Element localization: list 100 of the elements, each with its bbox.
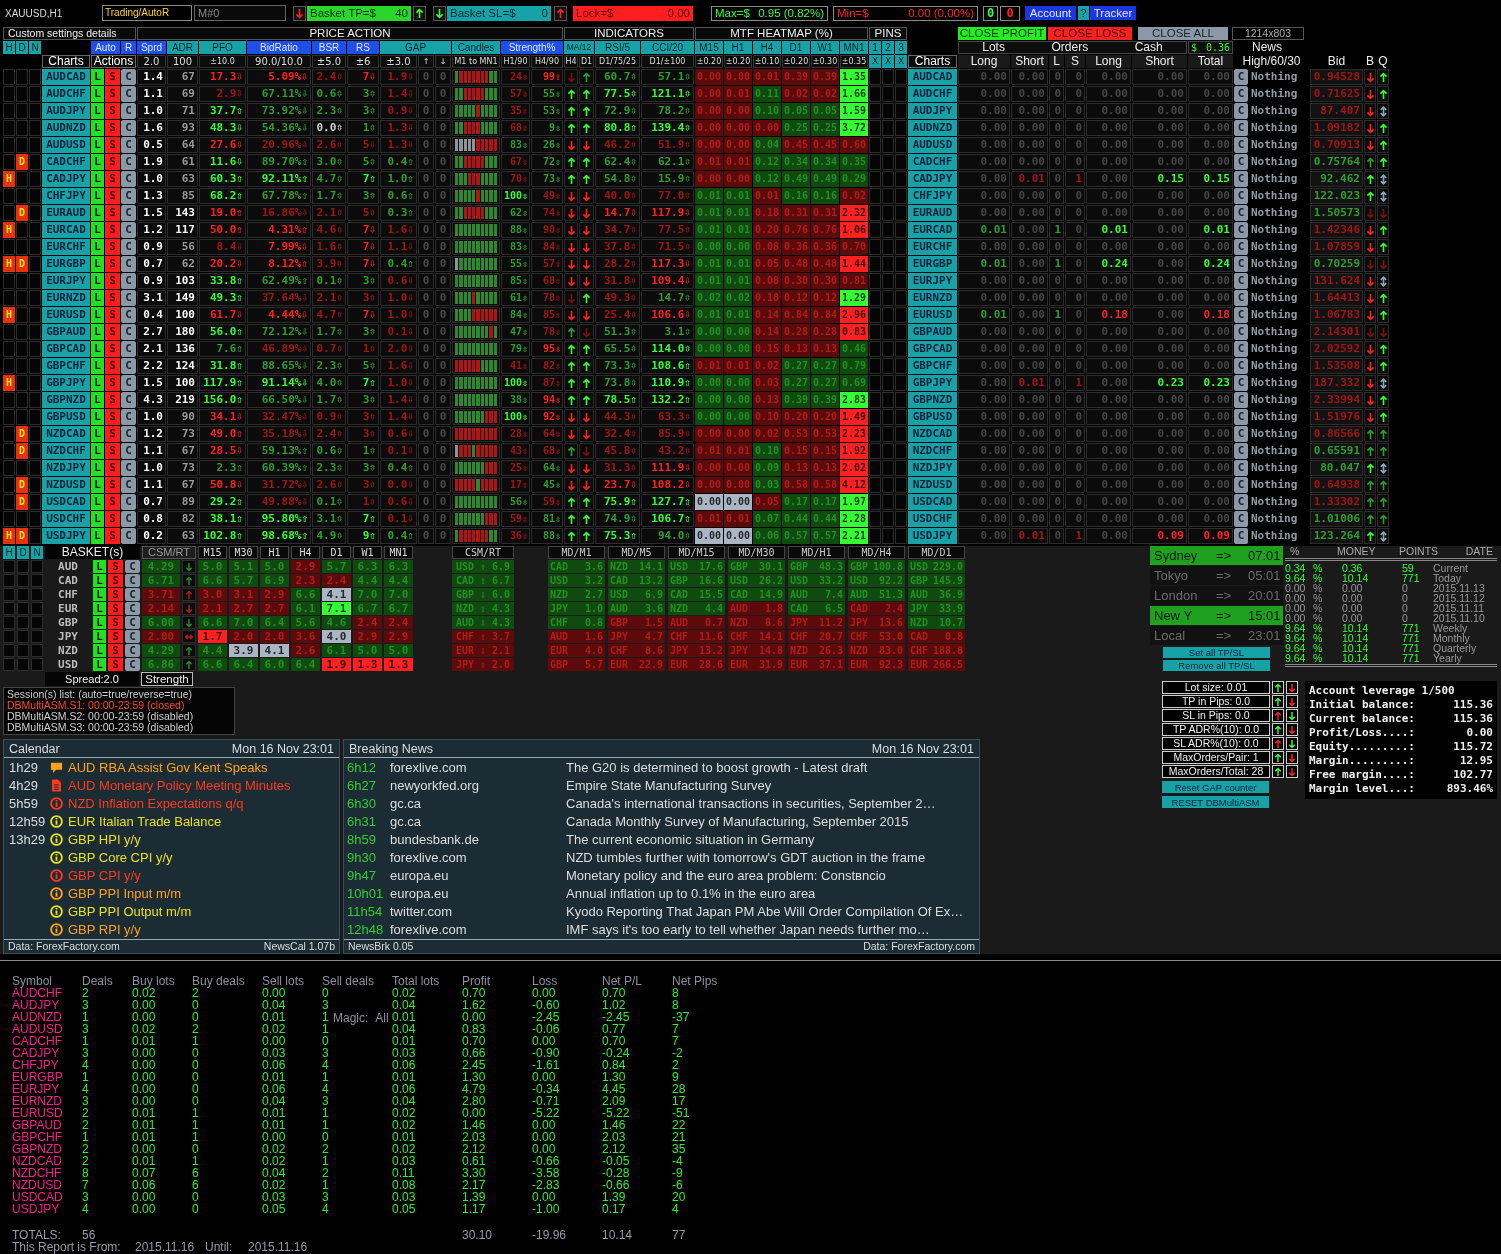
pin-slot[interactable]: [882, 69, 894, 85]
pin-slot[interactable]: [895, 443, 907, 459]
close-position-button[interactable]: C: [121, 205, 136, 221]
decrease-button[interactable]: [1286, 709, 1298, 722]
chart-button[interactable]: NZDCAD: [908, 426, 957, 442]
increase-button[interactable]: [1272, 709, 1284, 722]
short-button[interactable]: S: [108, 602, 123, 615]
short-button[interactable]: S: [108, 630, 123, 643]
short-button[interactable]: S: [108, 658, 123, 671]
news-headline[interactable]: Monetary policy and the euro area problem: Constвncio: [566, 867, 979, 883]
close-position-button[interactable]: C: [1234, 120, 1248, 136]
close-position-button[interactable]: C: [121, 273, 136, 289]
close-position-button[interactable]: C: [121, 460, 136, 476]
pin-slot[interactable]: [869, 171, 881, 187]
short-button[interactable]: S: [108, 588, 123, 601]
short-button[interactable]: S: [105, 392, 120, 408]
long-button[interactable]: L: [91, 205, 104, 221]
close-orders-button[interactable]: CLOSE ALL: [1138, 27, 1228, 40]
long-button[interactable]: L: [91, 494, 104, 510]
close-position-button[interactable]: C: [125, 630, 140, 643]
pin-slot[interactable]: [895, 392, 907, 408]
symbol-button[interactable]: GBPCHF: [42, 358, 90, 374]
long-button[interactable]: L: [91, 324, 104, 340]
pin-slot[interactable]: [882, 239, 894, 255]
pin-slot[interactable]: [882, 426, 894, 442]
short-button[interactable]: S: [105, 341, 120, 357]
close-position-button[interactable]: C: [1234, 273, 1248, 289]
pin-slot[interactable]: [869, 443, 881, 459]
pin-slot[interactable]: [882, 494, 894, 510]
close-position-button[interactable]: C: [1234, 69, 1248, 85]
long-button[interactable]: L: [91, 120, 104, 136]
chart-button[interactable]: EURCHF: [908, 239, 957, 255]
close-position-button[interactable]: C: [1234, 341, 1248, 357]
pin-slot[interactable]: [882, 188, 894, 204]
long-button[interactable]: L: [91, 307, 104, 323]
close-position-button[interactable]: C: [121, 290, 136, 306]
account-button[interactable]: Account: [1025, 6, 1076, 20]
short-button[interactable]: S: [105, 409, 120, 425]
short-button[interactable]: S: [105, 460, 120, 476]
symbol-button[interactable]: USDCHF: [42, 511, 90, 527]
long-button[interactable]: L: [91, 222, 104, 238]
chart-button[interactable]: AUDJPY: [908, 103, 957, 119]
chart-button[interactable]: NZDCHF: [908, 443, 957, 459]
short-button[interactable]: S: [108, 644, 123, 657]
news-headline[interactable]: Kyodo Reporting That Japan PM Abe Will Order Compilation Of Ex…: [566, 903, 979, 919]
symbol-button[interactable]: NZDCHF: [42, 443, 90, 459]
symbol-button[interactable]: EURAUD: [42, 205, 90, 221]
symbol-button[interactable]: USDJPY: [42, 528, 90, 544]
long-button[interactable]: L: [91, 154, 104, 170]
close-position-button[interactable]: C: [1234, 477, 1248, 493]
pin-slot[interactable]: [895, 375, 907, 391]
close-orders-button[interactable]: CLOSE PROFIT: [958, 27, 1046, 40]
close-position-button[interactable]: C: [121, 239, 136, 255]
short-button[interactable]: S: [105, 528, 120, 544]
chart-button[interactable]: EURNZD: [908, 290, 957, 306]
chart-button[interactable]: CADCHF: [908, 154, 957, 170]
symbol-button[interactable]: GBPUSD: [42, 409, 90, 425]
long-button[interactable]: L: [91, 273, 104, 289]
news-headline[interactable]: The G20 is determined to boost growth - Latest draft: [566, 759, 979, 775]
close-position-button[interactable]: C: [121, 341, 136, 357]
custom-settings-header[interactable]: Custom settings details: [3, 27, 136, 40]
pin-slot[interactable]: [869, 120, 881, 136]
pin-slot[interactable]: [895, 239, 907, 255]
close-position-button[interactable]: C: [121, 375, 136, 391]
decrease-button[interactable]: [1286, 723, 1298, 736]
short-button[interactable]: S: [108, 560, 123, 573]
close-position-button[interactable]: C: [1234, 171, 1248, 187]
close-position-button[interactable]: C: [1234, 239, 1248, 255]
pin-slot[interactable]: [882, 205, 894, 221]
pin-slot[interactable]: [882, 171, 894, 187]
symbol-button[interactable]: GBPJPY: [42, 375, 90, 391]
long-button[interactable]: L: [91, 86, 104, 102]
increase-tp-button[interactable]: [413, 5, 426, 21]
close-position-button[interactable]: C: [1234, 154, 1248, 170]
long-button[interactable]: L: [91, 409, 104, 425]
close-position-button[interactable]: C: [121, 307, 136, 323]
pin-slot[interactable]: [895, 460, 907, 476]
long-button[interactable]: L: [91, 511, 104, 527]
pin-slot[interactable]: [895, 341, 907, 357]
pin-slot[interactable]: [895, 426, 907, 442]
close-orders-button[interactable]: CLOSE LOSS: [1048, 27, 1132, 40]
pin-slot[interactable]: [882, 103, 894, 119]
short-button[interactable]: S: [105, 426, 120, 442]
tp-sl-button[interactable]: Remove all TP/SL: [1163, 660, 1270, 671]
long-button[interactable]: L: [93, 616, 106, 629]
pin-slot[interactable]: [895, 222, 907, 238]
symbol-button[interactable]: USDCAD: [42, 494, 90, 510]
close-position-button[interactable]: C: [1234, 137, 1248, 153]
pin-slot[interactable]: [895, 205, 907, 221]
long-button[interactable]: L: [93, 574, 106, 587]
close-position-button[interactable]: C: [1234, 511, 1248, 527]
pin-slot[interactable]: [869, 460, 881, 476]
close-position-button[interactable]: C: [1234, 426, 1248, 442]
close-position-button[interactable]: C: [121, 137, 136, 153]
pin-slot[interactable]: [882, 324, 894, 340]
long-button[interactable]: L: [91, 137, 104, 153]
increase-button[interactable]: [1272, 723, 1284, 736]
pin-slot[interactable]: [882, 273, 894, 289]
decrease-button[interactable]: [1286, 737, 1298, 750]
pin-slot[interactable]: [895, 528, 907, 544]
